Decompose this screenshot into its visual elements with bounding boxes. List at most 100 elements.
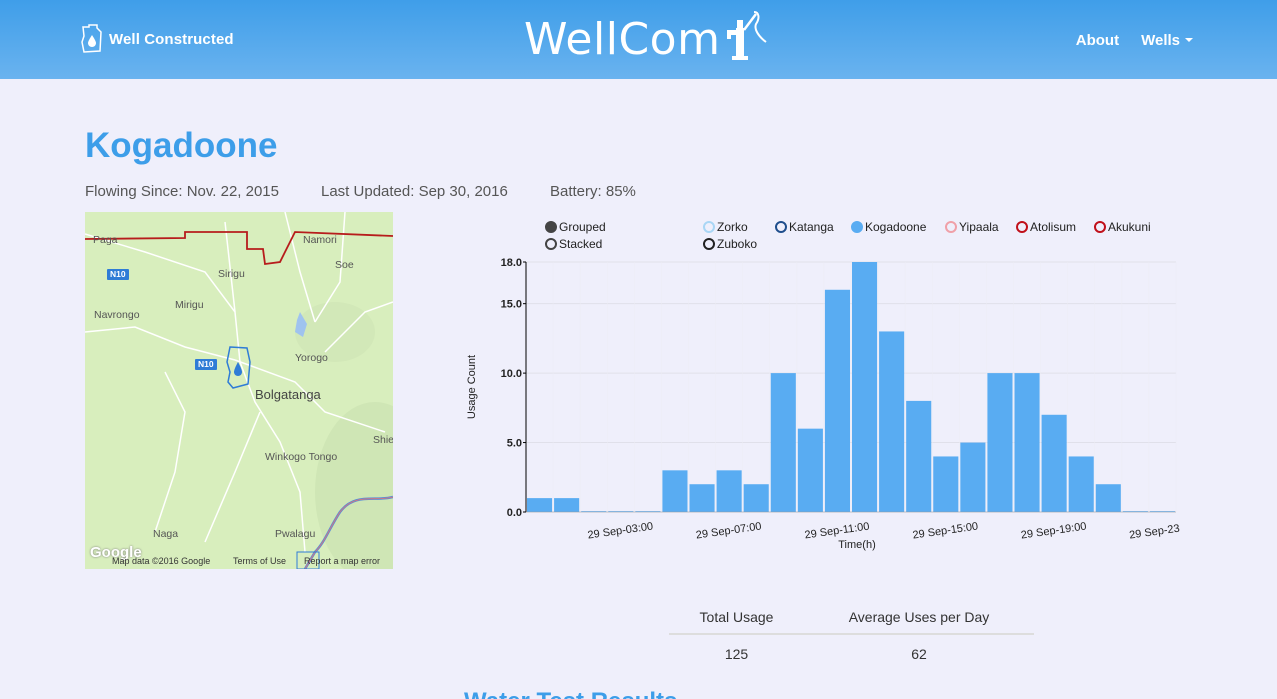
- flowing-since: Flowing Since: Nov. 22, 2015: [85, 183, 279, 200]
- chart-bar: [716, 470, 742, 512]
- map-label-shie: Shie: [373, 434, 393, 446]
- chart-bar: [1014, 373, 1040, 512]
- chart-bar: [933, 456, 959, 512]
- map-label-naga: Naga: [153, 528, 179, 540]
- chart-bar: [1068, 456, 1094, 512]
- map-label-pwalagu: Pwalagu: [275, 528, 316, 540]
- legend-kogadoone[interactable]: Kogadoone: [851, 220, 926, 234]
- map-label-navrongo: Navrongo: [94, 309, 140, 321]
- total-usage-header: Total Usage: [669, 600, 804, 635]
- mode-stacked-radio[interactable]: Stacked: [545, 237, 602, 251]
- nav-about-link[interactable]: About: [1076, 32, 1119, 49]
- legend-zorko[interactable]: Zorko: [703, 220, 748, 234]
- legend-dot: [703, 238, 715, 250]
- battery-status: Battery: 85%: [550, 183, 636, 200]
- map-label-paga: Paga: [93, 234, 118, 246]
- water-pump-icon: [727, 11, 768, 60]
- chart-bar: [743, 484, 769, 512]
- water-test-results-title: Water Test Results: [464, 688, 677, 699]
- droplet-map-icon: [81, 24, 102, 53]
- chart-bar: [906, 400, 932, 512]
- legend-zuboko[interactable]: Zuboko: [703, 237, 757, 251]
- terms-of-use-link[interactable]: Terms of Use: [233, 556, 286, 566]
- legend-atolisum[interactable]: Atolisum: [1016, 220, 1076, 234]
- legend-kogadoone-label: Kogadoone: [865, 220, 927, 234]
- legend-katanga-label: Katanga: [789, 220, 834, 234]
- road-badge-n10: N10: [195, 359, 217, 370]
- legend-dot: [1094, 221, 1106, 233]
- nav-wells-dropdown[interactable]: Wells: [1141, 32, 1193, 49]
- logo[interactable]: WellCom: [524, 10, 768, 70]
- map[interactable]: Paga Namori Soe Sirigu Mirigu Navrongo Y…: [85, 212, 393, 569]
- x-tick-label: 29 Sep-23:00: [1128, 520, 1180, 541]
- legend-atolisum-label: Atolisum: [1030, 220, 1077, 234]
- road-badge-n10: N10: [107, 269, 129, 280]
- y-axis-label: Usage Count: [466, 355, 478, 419]
- legend-yipaala[interactable]: Yipaala: [945, 220, 999, 234]
- legend-akukuni-label: Akukuni: [1108, 220, 1151, 234]
- chevron-down-icon: [1185, 38, 1193, 42]
- x-axis-label: Time(h): [838, 539, 875, 551]
- chart-bar: [960, 442, 986, 512]
- chart-bar: [554, 498, 580, 512]
- map-label-namori: Namori: [303, 234, 337, 246]
- mode-grouped-radio[interactable]: Grouped: [545, 220, 606, 234]
- legend-dot: [703, 221, 715, 233]
- x-tick-label: 29 Sep-07:00: [695, 520, 762, 541]
- chart-bar: [987, 373, 1013, 512]
- map-label-bolgatanga: Bolgatanga: [255, 387, 321, 402]
- table-header-row: Total Usage Average Uses per Day: [669, 600, 1034, 635]
- y-tick-label: 18.0: [501, 257, 522, 269]
- x-tick-label: 29 Sep-03:00: [587, 520, 654, 541]
- report-map-error-link[interactable]: Report a map error: [304, 556, 380, 566]
- nav-links: About Wells: [1054, 32, 1193, 49]
- last-updated: Last Updated: Sep 30, 2016: [321, 183, 508, 200]
- average-uses-value: 62: [911, 646, 927, 662]
- average-uses-header: Average Uses per Day: [804, 600, 1034, 635]
- map-data-attribution: Map data ©2016 Google: [112, 556, 211, 566]
- x-tick-label: 29 Sep-19:00: [1020, 520, 1087, 541]
- legend-katanga[interactable]: Katanga: [775, 220, 834, 234]
- chart-bar: [689, 484, 715, 512]
- legend-dot: [851, 221, 863, 233]
- chart-bar: [1095, 484, 1121, 512]
- navbar: Well Constructed WellCom About Wells: [0, 0, 1277, 79]
- radio-dot: [545, 238, 557, 250]
- map-footer: Map data ©2016 Google Terms of Use Repor…: [85, 554, 393, 569]
- legend-yipaala-label: Yipaala: [959, 220, 999, 234]
- legend-zorko-label: Zorko: [717, 220, 748, 234]
- usage-bar-chart: 0.0 5.0 10.0 15.0 18.0 29 Sep-03:00 29 Sep-07:…: [466, 257, 1180, 551]
- chart-bar: [824, 289, 850, 512]
- total-usage-value: 125: [724, 646, 749, 662]
- brand-link[interactable]: Well Constructed: [80, 24, 234, 54]
- legend-zuboko-label: Zuboko: [717, 237, 758, 251]
- map-label-mirigu: Mirigu: [175, 299, 204, 311]
- y-tick-label: 5.0: [507, 438, 522, 450]
- chart-bar: [527, 498, 553, 512]
- chart-bar: [852, 262, 878, 512]
- mode-grouped-label: Grouped: [559, 220, 606, 234]
- logo-text: WellCom: [524, 14, 721, 65]
- mode-stacked-label: Stacked: [559, 237, 603, 251]
- chart-bar: [879, 331, 905, 512]
- radio-dot: [545, 221, 557, 233]
- x-tick-label: 29 Sep-15:00: [912, 520, 979, 541]
- chart-bar: [770, 373, 796, 512]
- map-label-sirigu: Sirigu: [218, 268, 245, 280]
- brand-text: Well Constructed: [109, 30, 234, 48]
- page-title: Kogadoone: [85, 126, 278, 165]
- usage-stats-table: Total Usage Average Uses per Day 125 62: [669, 600, 1034, 673]
- legend-dot: [775, 221, 787, 233]
- y-tick-label: 10.0: [501, 368, 522, 380]
- chart-bar: [662, 470, 688, 512]
- legend-akukuni[interactable]: Akukuni: [1094, 220, 1151, 234]
- y-tick-label: 0.0: [507, 507, 522, 519]
- map-label-soe: Soe: [335, 259, 354, 271]
- legend-dot: [1016, 221, 1028, 233]
- nav-wells-label: Wells: [1141, 32, 1180, 49]
- y-tick-label: 15.0: [501, 299, 522, 311]
- chart-bar: [797, 428, 823, 512]
- map-label-winkogo-tongo: Winkogo Tongo: [265, 451, 338, 463]
- table-row: 125 62: [669, 635, 1034, 673]
- map-label-yorogo: Yorogo: [295, 352, 328, 364]
